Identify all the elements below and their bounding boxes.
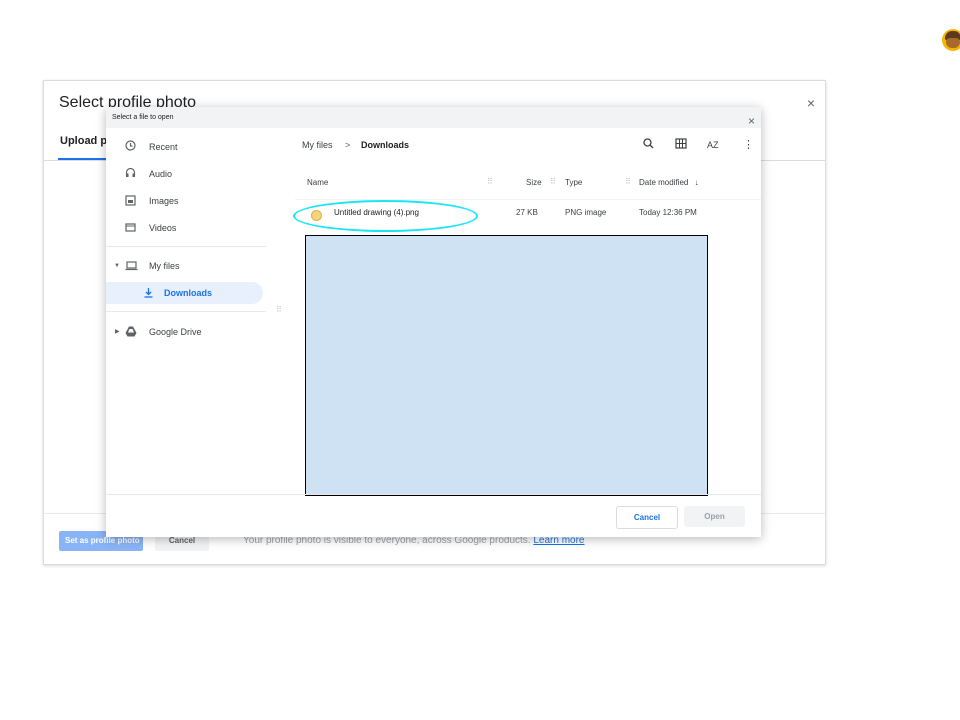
column-header-date-label: Date modified [639,178,689,187]
column-resize-handle[interactable]: ⠿ [487,177,493,186]
file-picker-dialog: Select a file to open × Recent Audio Ima… [106,107,761,537]
column-header-size[interactable]: Size [526,178,542,187]
google-drive-icon [124,326,138,338]
clock-icon [123,140,137,152]
column-header-name[interactable]: Name [307,178,328,187]
sidebar-divider [106,246,266,247]
film-icon [123,222,137,234]
column-resize-handle[interactable]: ⠿ [625,177,631,186]
picker-title-bar: Select a file to open × [106,107,761,128]
sidebar-label-recent: Recent [149,142,178,152]
sidebar-label-audio: Audio [149,169,173,179]
sidebar-label-downloads: Downloads [164,288,213,298]
sidebar-label-google-drive: Google Drive [149,327,202,337]
image-icon [123,195,137,207]
file-type: PNG image [565,208,607,217]
search-icon[interactable] [643,138,654,152]
sidebar-divider [106,311,266,312]
column-header-type[interactable]: Type [565,178,582,187]
column-resize-handle[interactable]: ⠿ [550,177,556,186]
download-icon [141,287,155,299]
breadcrumb-downloads[interactable]: Downloads [361,140,409,150]
more-options-icon[interactable]: ⋮ [743,138,754,151]
account-avatar[interactable] [942,29,960,51]
column-header-date-modified[interactable]: Date modified ↓ [639,178,699,187]
grid-view-icon[interactable] [675,138,687,152]
picker-cancel-button[interactable]: Cancel [616,506,678,529]
redacted-region [305,235,708,496]
breadcrumb-my-files[interactable]: My files [302,140,333,150]
file-date-modified: Today 12:36 PM [639,208,697,217]
avatar-face-shape [946,38,960,48]
headphones-icon [123,167,137,179]
sidebar-label-my-files: My files [149,261,180,271]
sidebar-item-downloads[interactable]: Downloads [106,282,263,304]
sidebar-label-videos: Videos [149,223,177,233]
picker-open-button[interactable]: Open [684,506,745,527]
file-size: 27 KB [516,208,538,217]
picker-close-icon[interactable]: × [748,111,755,132]
collapsed-chevron-icon[interactable]: ▶ [115,328,120,335]
sort-icon[interactable]: AZ [707,140,719,150]
expanded-chevron-icon[interactable]: ▼ [114,263,120,269]
panel-resize-handle[interactable]: ⠿ [276,305,282,314]
sidebar-label-images: Images [149,196,179,206]
highlight-annotation-ring [293,200,478,232]
breadcrumb-separator: > [345,140,351,150]
picker-footer-divider [106,494,761,495]
picker-title: Select a file to open [112,114,174,121]
tab-active-indicator [58,158,112,160]
sort-descending-arrow-icon: ↓ [694,178,699,187]
laptop-icon [124,260,138,272]
dialog-close-icon[interactable]: × [807,95,815,111]
